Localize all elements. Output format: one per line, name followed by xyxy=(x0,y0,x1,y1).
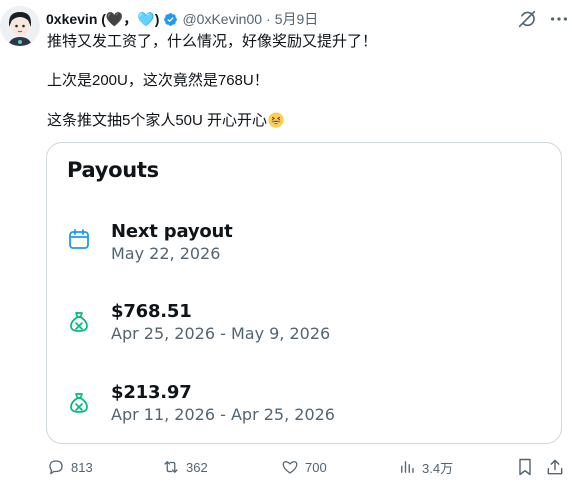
more-icon[interactable] xyxy=(548,8,570,30)
next-payout-date: May 22, 2026 xyxy=(111,244,221,263)
grok-icon[interactable] xyxy=(516,8,538,30)
payout-amount: $768.51 xyxy=(111,301,192,322)
grin-emoji-icon xyxy=(268,112,284,128)
repost-button[interactable]: 362 xyxy=(162,457,208,477)
tweet-text-line: 这条推文抽5个家人50U 开心开心 xyxy=(47,111,284,131)
author-name[interactable]: 0xkevin (🖤，🩵) xyxy=(46,9,159,29)
payout-period: Apr 11, 2026 - Apr 25, 2026 xyxy=(111,405,335,424)
reply-button[interactable]: 813 xyxy=(47,457,93,477)
reply-icon xyxy=(49,460,63,475)
tweet-text-line: 上次是200U，这次竟然是768U！ xyxy=(47,72,269,89)
payout-period: Apr 25, 2026 - May 9, 2026 xyxy=(111,324,331,343)
reply-count: 813 xyxy=(71,459,93,475)
author-handle[interactable]: @0xKevin00 xyxy=(182,11,262,27)
repost-count: 362 xyxy=(186,459,208,475)
like-button[interactable]: 700 xyxy=(281,457,327,477)
separator-dot: · xyxy=(266,11,271,27)
like-icon xyxy=(282,461,298,474)
bookmark-icon[interactable] xyxy=(515,457,535,477)
views-button[interactable]: 3.4万 xyxy=(398,457,453,477)
views-icon xyxy=(401,461,414,473)
money-bag-icon xyxy=(70,393,88,413)
money-bag-icon xyxy=(70,312,88,332)
card-title: Payouts xyxy=(67,158,159,182)
tweet-header: 0xkevin (🖤，🩵) @0xKevin00 · 5月9日 xyxy=(46,10,318,28)
next-payout-label: Next payout xyxy=(111,221,233,242)
view-count: 3.4万 xyxy=(422,460,454,476)
avatar[interactable] xyxy=(0,6,40,46)
tweet-date[interactable]: 5月9日 xyxy=(275,9,319,29)
tweet-text-line-content: 这条推文抽5个家人50U 开心开心 xyxy=(47,112,268,129)
calendar-icon xyxy=(69,229,89,249)
verified-badge-icon xyxy=(164,12,178,26)
like-count: 700 xyxy=(305,459,327,475)
payout-amount: $213.97 xyxy=(111,382,192,403)
repost-icon xyxy=(164,461,178,473)
tweet-text-line: 推特又发工资了，什么情况，好像奖励又提升了！ xyxy=(47,33,378,50)
payouts-card[interactable]: Payouts Next payout May 22, 2026 $768.51… xyxy=(46,142,562,444)
share-icon[interactable] xyxy=(545,457,565,477)
